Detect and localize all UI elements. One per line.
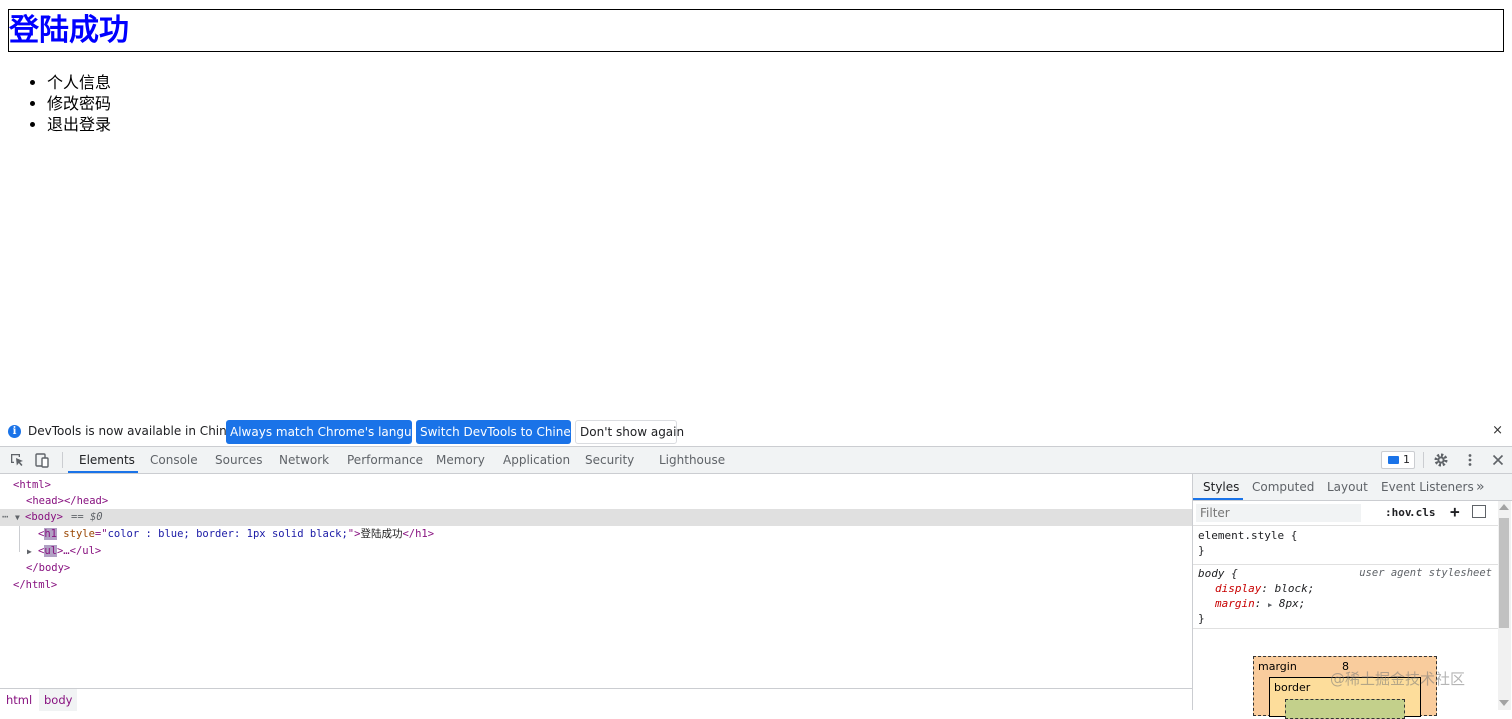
breadcrumb: html body [0, 688, 1192, 711]
tab-console[interactable]: Console [150, 447, 198, 473]
inspect-element-icon[interactable] [9, 452, 25, 468]
list-item: 退出登录 [47, 114, 111, 135]
attr-end: "> [347, 528, 361, 540]
tab-performance[interactable]: Performance [347, 447, 423, 473]
switch-to-chinese-button[interactable]: Switch DevTools to Chinese [416, 420, 584, 444]
tab-event-listeners[interactable]: Event Listeners [1381, 474, 1474, 500]
css-property-margin[interactable]: margin: ▶ 8px; [1193, 596, 1498, 611]
styles-filter-bar: :hov .cls + [1193, 501, 1498, 526]
attr-style-value[interactable]: color : blue; border: 1px solid black; [108, 528, 348, 540]
infobar-message: DevTools is now available in Chinese! [28, 424, 253, 438]
box-model-padding[interactable] [1285, 699, 1405, 719]
ellipsis-icon[interactable]: ⋯ [2, 509, 8, 526]
tab-lighthouse[interactable]: Lighthouse [659, 447, 725, 473]
toggle-computed-sidebar-icon[interactable] [1472, 505, 1486, 518]
info-icon: i [8, 425, 21, 438]
active-tab-indicator [1193, 498, 1243, 500]
dom-node-h1[interactable]: <h1 style="color : blue; border: 1px sol… [0, 526, 1192, 543]
property-value: 8px; [1278, 597, 1306, 610]
toolbar-divider [62, 452, 63, 468]
filter-input[interactable] [1196, 504, 1361, 522]
styles-tabbar: Styles Computed Layout Event Listeners » [1193, 474, 1512, 501]
tag-h1-name: h1 [44, 528, 57, 540]
dom-node-html[interactable]: <html> [0, 477, 1192, 494]
collapse-arrow-icon[interactable]: ▶ [27, 543, 32, 560]
tag-h1-close: </h1> [402, 528, 435, 540]
elements-dom-tree: <html> <head></head> ⋯ ▼ <body> == $0 <h… [0, 474, 1192, 688]
h1-text-node[interactable]: 登陆成功 [360, 528, 402, 540]
list-item: 修改密码 [47, 93, 111, 114]
tag-html-open: <html> [13, 479, 51, 491]
tag-ul-name: ul [44, 545, 57, 557]
attr-equals: =" [94, 528, 108, 540]
rule-close-brace: } [1198, 612, 1205, 625]
close-icon[interactable] [1490, 452, 1506, 468]
issues-counter-button[interactable]: 1 [1381, 451, 1415, 469]
devtools-toolbar: Elements Console Sources Network Perform… [0, 447, 1512, 474]
selected-node-marker: == $0 [71, 511, 103, 523]
class-toggle[interactable]: .cls [1409, 506, 1436, 519]
list-item: 个人信息 [47, 72, 111, 93]
box-model-margin-label: margin [1258, 660, 1297, 673]
expand-arrow-icon[interactable]: ▼ [15, 509, 20, 526]
tab-memory[interactable]: Memory [436, 447, 485, 473]
css-property-display[interactable]: display: block; [1193, 581, 1498, 596]
tab-network[interactable]: Network [279, 447, 329, 473]
tab-sources[interactable]: Sources [215, 447, 262, 473]
element-style-rule[interactable]: element.style { } [1193, 528, 1498, 565]
hover-state-toggle[interactable]: :hov [1385, 506, 1412, 519]
device-toolbar-icon[interactable] [34, 452, 50, 468]
more-tabs-icon[interactable]: » [1476, 474, 1485, 500]
dom-node-head[interactable]: <head></head> [0, 493, 1192, 510]
always-match-language-button[interactable]: Always match Chrome's language [226, 420, 434, 444]
message-icon [1388, 456, 1399, 464]
more-options-icon[interactable] [1462, 452, 1478, 468]
dom-node-ul[interactable]: ▶ <ul>…</ul> [0, 543, 1192, 560]
tab-security[interactable]: Security [585, 447, 634, 473]
page-heading: 登陆成功 [8, 9, 1504, 52]
tag-ul-collapsed: >…</ul> [56, 545, 102, 557]
property-value: block; [1274, 582, 1315, 595]
active-tab-indicator [68, 471, 138, 473]
scroll-up-arrow-icon[interactable] [1499, 504, 1509, 510]
breadcrumb-html[interactable]: html [1, 689, 37, 711]
rule-close-brace: } [1198, 544, 1205, 557]
body-style-rule[interactable]: body { user agent stylesheet display: bl… [1193, 566, 1498, 629]
attr-style-name: style [56, 528, 95, 540]
scrollbar-thumb[interactable] [1499, 518, 1509, 628]
property-name: margin [1215, 597, 1255, 610]
tab-styles[interactable]: Styles [1203, 474, 1239, 500]
tab-layout[interactable]: Layout [1327, 474, 1368, 500]
tab-computed[interactable]: Computed [1252, 474, 1314, 500]
rule-origin: user agent stylesheet [1359, 567, 1492, 579]
page-viewport: 登陆成功 个人信息 修改密码 退出登录 [0, 0, 1512, 418]
tag-html-close: </html> [13, 579, 58, 591]
property-name: display [1215, 582, 1262, 595]
tab-elements[interactable]: Elements [79, 447, 135, 473]
dom-node-body-close[interactable]: </body> [0, 560, 1192, 577]
tag-head-close: </head> [63, 495, 109, 507]
tab-application[interactable]: Application [503, 447, 570, 473]
issues-count: 1 [1403, 453, 1410, 466]
page-menu-list: 个人信息 修改密码 退出登录 [0, 72, 111, 135]
expand-arrow-icon[interactable]: ▶ [1268, 601, 1272, 609]
breadcrumb-body[interactable]: body [39, 689, 78, 711]
toolbar-divider [1423, 452, 1424, 468]
scroll-down-arrow-icon[interactable] [1499, 700, 1509, 706]
dont-show-again-button[interactable]: Don't show again [575, 420, 684, 444]
add-rule-icon[interactable]: + [1450, 502, 1460, 521]
tag-body-open: <body> [25, 511, 63, 523]
rule-selector: body { [1198, 567, 1238, 580]
dom-node-html-close[interactable]: </html> [0, 577, 1192, 594]
tag-head-open: <head> [26, 495, 64, 507]
box-model-border-label: border [1274, 681, 1311, 694]
rule-selector: element.style { [1198, 529, 1298, 542]
watermark: @稀土掘金技术社区 [1330, 670, 1466, 688]
devtools-language-infobar: i DevTools is now available in Chinese! … [0, 418, 1512, 447]
gear-icon[interactable] [1433, 452, 1449, 468]
dom-node-body[interactable]: ⋯ ▼ <body> == $0 [0, 509, 1192, 526]
close-icon[interactable]: × [1492, 423, 1503, 438]
tag-body-close: </body> [26, 562, 71, 574]
